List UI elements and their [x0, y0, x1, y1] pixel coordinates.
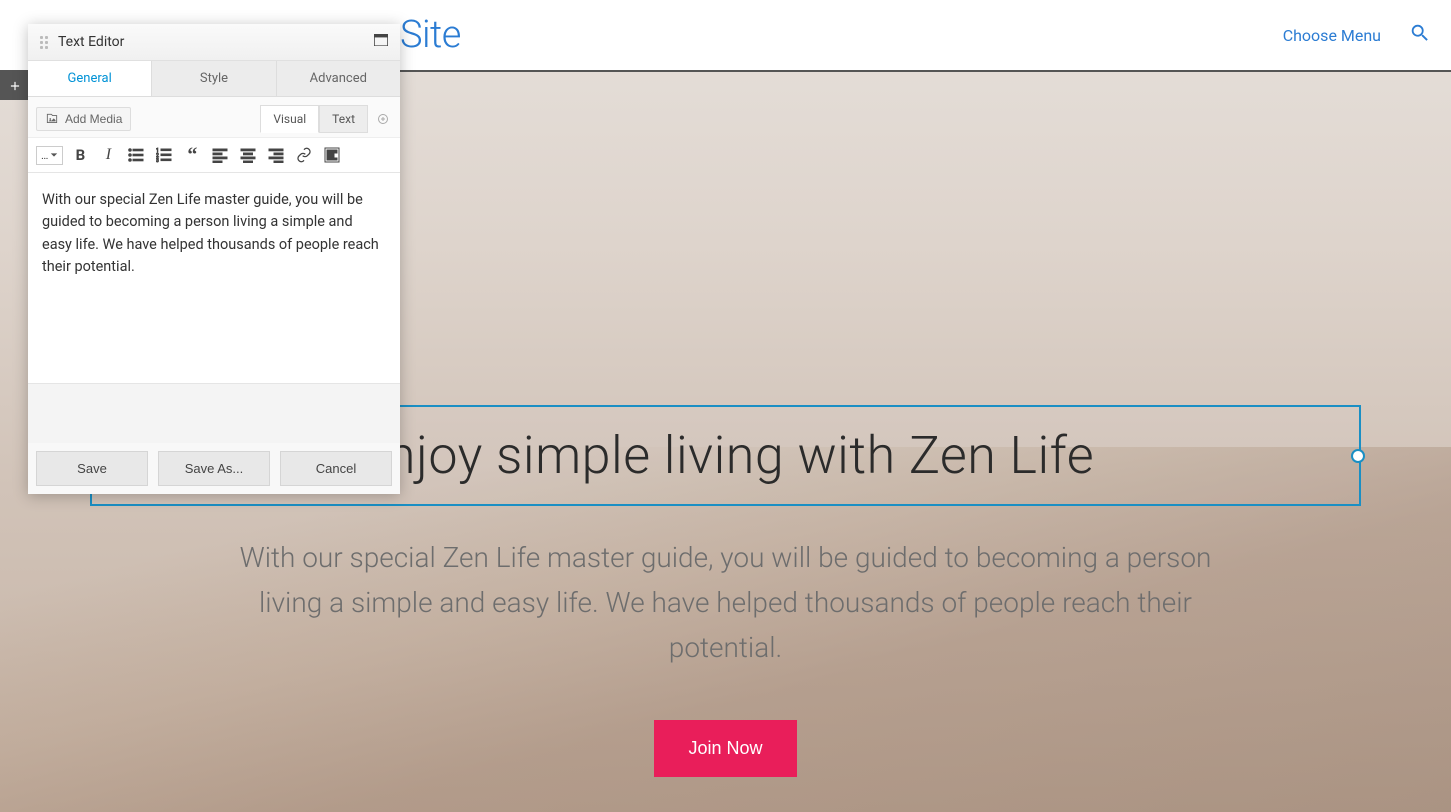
mode-text[interactable]: Text: [319, 105, 368, 133]
add-element-button[interactable]: [0, 72, 30, 100]
save-button[interactable]: Save: [36, 451, 148, 486]
bold-icon[interactable]: B: [69, 144, 91, 166]
bullet-list-icon[interactable]: [125, 144, 147, 166]
panel-action-row: Save Save As... Cancel: [28, 443, 400, 494]
media-icon: [45, 112, 59, 126]
panel-tabs: General Style Advanced: [28, 61, 400, 97]
text-editor-panel: Text Editor General Style Advanced Add M…: [28, 24, 400, 494]
add-media-button[interactable]: Add Media: [36, 107, 131, 131]
cancel-button[interactable]: Cancel: [280, 451, 392, 486]
save-as-button[interactable]: Save As...: [158, 451, 270, 486]
hero-subtext[interactable]: With our special Zen Life master guide, …: [216, 536, 1236, 670]
search-icon[interactable]: [1409, 22, 1431, 48]
paragraph-selector[interactable]: …: [36, 146, 63, 165]
window-icon[interactable]: [374, 34, 388, 50]
align-left-icon[interactable]: [209, 144, 231, 166]
italic-icon[interactable]: I: [97, 144, 119, 166]
numbered-list-icon[interactable]: 123: [153, 144, 175, 166]
choose-menu-link[interactable]: Choose Menu: [1283, 26, 1381, 45]
tab-advanced[interactable]: Advanced: [277, 61, 400, 96]
tab-general[interactable]: General: [28, 61, 152, 96]
media-toolbar: Add Media Visual Text: [28, 97, 400, 138]
join-now-button[interactable]: Join Now: [654, 720, 796, 777]
tab-style[interactable]: Style: [152, 61, 276, 96]
align-center-icon[interactable]: [237, 144, 259, 166]
drag-handle-icon[interactable]: [40, 36, 48, 49]
editor-content[interactable]: With our special Zen Life master guide, …: [28, 173, 400, 383]
add-media-label: Add Media: [65, 112, 122, 126]
toolbar-toggle-icon[interactable]: [321, 144, 343, 166]
chevron-down-icon: [50, 151, 58, 159]
site-title: Site: [400, 13, 461, 57]
link-icon[interactable]: [293, 144, 315, 166]
panel-title: Text Editor: [58, 34, 124, 50]
panel-spacer: [28, 383, 400, 443]
text-format-toolbar: … B I 123 “: [28, 138, 400, 173]
svg-text:3: 3: [156, 158, 159, 163]
mode-visual[interactable]: Visual: [260, 105, 319, 133]
blockquote-icon[interactable]: “: [181, 144, 203, 166]
add-mode-icon[interactable]: [374, 110, 392, 128]
panel-header[interactable]: Text Editor: [28, 24, 400, 61]
align-right-icon[interactable]: [265, 144, 287, 166]
